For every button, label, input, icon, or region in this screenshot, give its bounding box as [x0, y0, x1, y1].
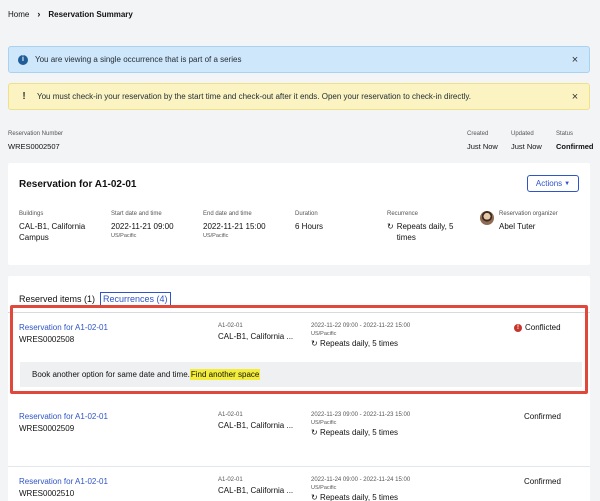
warning-banner: ! You must check-in your reservation by …	[8, 83, 590, 110]
status-text: Confirmed	[524, 477, 561, 486]
close-icon[interactable]: ×	[567, 54, 583, 66]
divider	[8, 466, 590, 467]
recurrence-text: Repeats daily, 5 times	[319, 493, 399, 501]
reservation-summary-card: Reservation for A1-02-01 Actions ▼ Build…	[8, 163, 590, 265]
recurrence-label: Recurrence	[387, 211, 419, 217]
tab-recurrences[interactable]: Recurrences (4)	[100, 292, 171, 306]
space-location: CAL-B1, California ...	[218, 486, 294, 495]
start-value: 2022-11-21 09:00	[111, 222, 174, 231]
conflict-highlight-frame	[10, 305, 588, 394]
buildings-value: CAL-B1, California Campus	[19, 222, 86, 242]
recurrence-value-wrap: ↻ Repeats daily, 5 times	[387, 221, 472, 243]
organizer-value: Abel Tuter	[499, 222, 536, 231]
info-banner: i You are viewing a single occurrence th…	[8, 46, 590, 73]
organizer-field: Reservation organizer Abel Tuter	[480, 211, 558, 232]
updated-info: Updated Just Now	[511, 131, 542, 151]
buildings-label: Buildings	[19, 211, 44, 217]
reservation-number: WRES0002509	[19, 424, 75, 433]
start-label: Start date and time	[111, 211, 162, 217]
repeat-icon: ↻	[387, 222, 394, 231]
duration-value: 6 Hours	[295, 222, 324, 231]
created-value: Just Now	[467, 142, 498, 151]
end-field: End date and time 2022-11-21 15:00 US/Pa…	[203, 211, 293, 240]
breadcrumb-current: Reservation Summary	[48, 9, 133, 19]
buildings-field: Buildings CAL-B1, California Campus	[19, 211, 109, 243]
close-icon[interactable]: ×	[567, 91, 583, 103]
reservation-number-label: Reservation Number	[8, 131, 64, 137]
breadcrumb-home[interactable]: Home	[8, 10, 29, 19]
end-label: End date and time	[203, 211, 252, 217]
warning-banner-text: You must check-in your reservation by th…	[37, 92, 471, 101]
organizer-label: Reservation organizer	[499, 211, 558, 217]
end-timezone: US/Pacific	[203, 233, 229, 239]
status-label: Status	[556, 131, 574, 137]
tab-reserved-items[interactable]: Reserved items (1)	[19, 294, 95, 304]
status-text: Confirmed	[524, 412, 561, 421]
date-range: 2022-11-24 09:00 - 2022-11-24 15:00	[311, 477, 411, 483]
duration-label: Duration	[295, 211, 318, 217]
updated-label: Updated	[511, 131, 534, 137]
date-range: 2022-11-23 09:00 - 2022-11-23 15:00	[311, 412, 411, 418]
duration-field: Duration 6 Hours	[295, 211, 375, 232]
status-value: Confirmed	[556, 142, 594, 151]
caret-down-icon: ▼	[564, 180, 571, 187]
end-value: 2022-11-21 15:00	[203, 222, 266, 231]
recurrence-text: Repeats daily, 5 times	[319, 428, 399, 437]
created-info: Created Just Now	[467, 131, 498, 151]
actions-button[interactable]: Actions ▼	[527, 175, 579, 192]
reservation-number-value: WRES0002507	[8, 142, 60, 151]
timezone: US/Pacific	[311, 420, 337, 426]
start-timezone: US/Pacific	[111, 233, 137, 239]
chevron-right-icon: ›	[37, 9, 41, 19]
start-field: Start date and time 2022-11-21 09:00 US/…	[111, 211, 201, 240]
recurrence-value: Repeats daily, 5 times	[396, 222, 454, 242]
space-code: A1-02-01	[218, 477, 243, 483]
status-info: Status Confirmed	[556, 131, 594, 151]
reservation-link[interactable]: Reservation for A1-02-01	[19, 477, 108, 486]
updated-value: Just Now	[511, 142, 542, 151]
info-banner-text: You are viewing a single occurrence that…	[35, 55, 242, 64]
created-label: Created	[467, 131, 489, 137]
recurrence-field: Recurrence ↻ Repeats daily, 5 times	[387, 211, 472, 243]
actions-label: Actions	[535, 179, 563, 188]
reservation-number: Reservation Number WRES0002507	[8, 131, 63, 151]
tabs: Reserved items (1) Recurrences (4)	[19, 292, 171, 306]
reservation-link[interactable]: Reservation for A1-02-01	[19, 412, 108, 421]
timezone: US/Pacific	[311, 485, 337, 491]
recurrence: ↻ Repeats daily, 5 times	[311, 428, 410, 437]
space-location: CAL-B1, California ...	[218, 421, 294, 430]
info-icon: i	[18, 54, 28, 65]
recurrence: ↻ Repeats daily, 5 times	[311, 493, 410, 501]
reservation-number: WRES0002510	[19, 489, 75, 498]
warning-icon: !	[22, 91, 26, 102]
avatar	[480, 211, 494, 225]
repeat-icon: ↻	[311, 428, 318, 437]
space-code: A1-02-01	[218, 412, 243, 418]
reservation-title: Reservation for A1-02-01	[19, 179, 137, 190]
repeat-icon: ↻	[311, 493, 318, 501]
breadcrumb: Home › Reservation Summary	[8, 9, 133, 19]
